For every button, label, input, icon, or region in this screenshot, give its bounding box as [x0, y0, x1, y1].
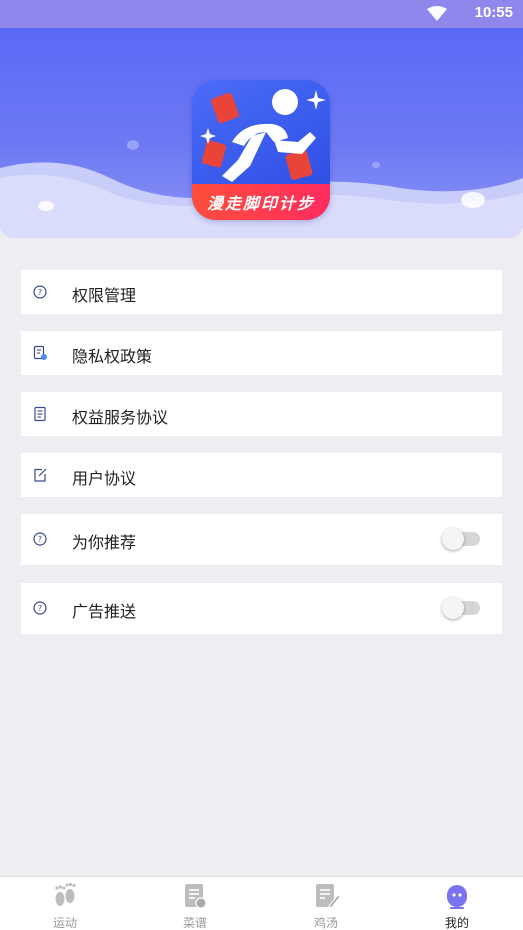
settings-page: 10:55 漫走脚印计步 ? 权限管理 隐私权政策 权益服务协议 用户协议 ? … — [0, 0, 523, 930]
wifi-icon — [427, 6, 447, 21]
nav-item-mine[interactable]: 我的 — [392, 877, 522, 930]
profile-header: 漫走脚印计步 — [0, 28, 523, 238]
menu-item-privacy-policy[interactable]: 隐私权政策 — [21, 331, 502, 375]
svg-text:?: ? — [38, 535, 42, 544]
status-bar: 10:55 — [0, 0, 523, 28]
menu-item-user-agreement[interactable]: 用户协议 — [21, 453, 502, 497]
recipe-icon — [185, 884, 207, 909]
nav-label: 我的 — [444, 916, 469, 930]
nav-label: 鸡汤 — [313, 916, 338, 930]
app-logo: 漫走脚印计步 — [192, 80, 330, 220]
nav-label: 运动 — [52, 916, 77, 930]
status-time: 10:55 — [474, 4, 513, 21]
menu-item-label: 权限管理 — [72, 286, 137, 305]
help-circle-icon: ? — [33, 285, 47, 299]
notes-icon — [316, 884, 340, 909]
menu-item-label: 权益服务协议 — [72, 408, 169, 427]
menu-item-label: 广告推送 — [72, 602, 137, 621]
ad-push-toggle[interactable] — [442, 597, 480, 619]
edit-icon — [34, 468, 47, 482]
help-circle-icon: ? — [33, 532, 47, 546]
nav-item-sport[interactable]: 运动 — [0, 877, 130, 930]
document-icon — [34, 406, 46, 422]
toggle-knob — [442, 597, 464, 619]
footprints-icon — [55, 882, 76, 906]
menu-item-label: 用户协议 — [72, 469, 137, 488]
help-circle-icon: ? — [33, 601, 47, 615]
logo-text: 漫走脚印计步 — [192, 184, 330, 220]
nav-item-recipe[interactable]: 菜谱 — [130, 877, 260, 930]
svg-text:?: ? — [38, 288, 42, 297]
menu-item-label: 为你推荐 — [72, 533, 137, 552]
menu-item-recommend: ? 为你推荐 — [21, 514, 502, 565]
recommend-toggle[interactable] — [442, 528, 480, 550]
menu-item-service-agreement[interactable]: 权益服务协议 — [21, 392, 502, 436]
profile-icon — [447, 885, 467, 909]
privacy-doc-icon — [33, 345, 47, 360]
menu-item-label: 隐私权政策 — [72, 347, 153, 366]
toggle-knob — [442, 528, 464, 550]
running-man-logo-icon — [200, 89, 326, 182]
nav-label: 菜谱 — [182, 916, 207, 930]
bottom-nav: 运动 菜谱 鸡汤 我的 — [0, 876, 523, 930]
svg-text:?: ? — [38, 604, 42, 613]
menu-item-permissions[interactable]: ? 权限管理 — [21, 270, 502, 314]
menu-item-ad-push: ? 广告推送 — [21, 583, 502, 634]
nav-item-soup[interactable]: 鸡汤 — [261, 877, 391, 930]
